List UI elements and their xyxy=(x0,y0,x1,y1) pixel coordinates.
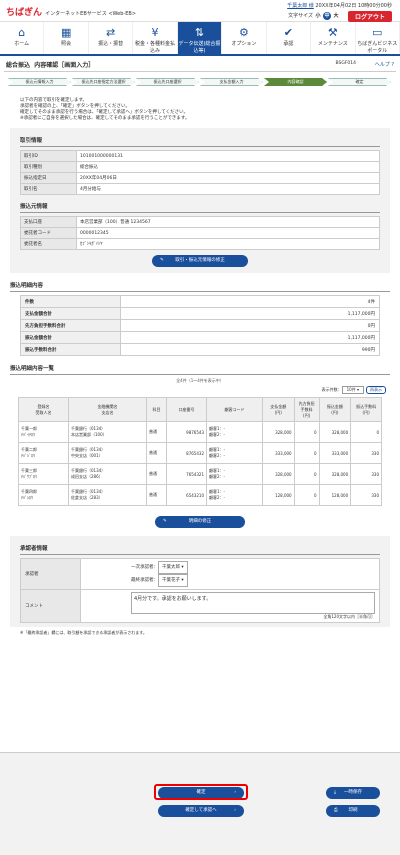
final-approver-select[interactable]: 千葉花子 ▾ xyxy=(158,574,188,587)
table-header: 登録名 受取人名 金融機関名 支店名 科目 口座番号 顧客コード 支払金額 (円) 先方負担… xyxy=(18,397,382,422)
help-link[interactable]: ヘルプ ? xyxy=(375,61,394,68)
font-size-control: 文字サイズ小中大 xyxy=(288,12,340,20)
page-heading: 内容確認［画面入力］ xyxy=(34,62,95,69)
step-6: 確定 xyxy=(328,78,391,86)
nav-tax[interactable]: ¥ 税金・各種料金払込み xyxy=(133,22,178,54)
list-heading: 振込明細内容一覧 xyxy=(10,362,390,375)
nav-data-transfer[interactable]: ⇅ データ伝送(総合振込等) xyxy=(177,22,223,54)
bank-logo: ちばぎん インターネットEBサービス <Web-EB> xyxy=(6,8,137,18)
step-1: 振込元情報入力 xyxy=(8,78,71,86)
approver-panel: 承認者情報 承認者 一次承認者： 千葉太郎 ▾ 最終承認者： 千葉花子 ▾ コメント 4月… xyxy=(10,536,390,627)
tool-icon: ⚒ xyxy=(327,26,338,39)
arrow-right-icon: › xyxy=(234,808,236,813)
font-small-button[interactable]: 小 xyxy=(314,12,322,20)
user-name[interactable]: 千葉太郎 様 xyxy=(287,3,314,9)
nav-option[interactable]: ⚙ オプション xyxy=(222,22,267,54)
transfer-icon: ⇄ xyxy=(105,26,116,39)
gear-icon: ⚙ xyxy=(238,26,249,39)
pencil-icon: ✎ xyxy=(163,519,167,524)
first-approver-select[interactable]: 千葉太郎 ▾ xyxy=(158,561,188,574)
login-time: 20XX年04月02日 10時00分00秒 xyxy=(315,3,392,9)
screen-id: BSGF014 xyxy=(335,61,356,66)
trade-panel: 取引情報 取引ID 101001000000131 取引種別 総合振込 振込指定日 2… xyxy=(10,128,390,273)
step-4: 支払金額入力 xyxy=(200,78,263,86)
list-controls: 表示件数： 10件 ▾ 再表示 xyxy=(0,386,386,394)
inquiry-icon: ▦ xyxy=(60,26,72,39)
summary-heading: 振込明細内容 xyxy=(10,279,390,292)
font-large-button[interactable]: 大 xyxy=(332,12,340,20)
print-button[interactable]: ⎙ 印刷 xyxy=(326,805,380,817)
comment-textarea[interactable]: 4月分です。承認をお願いします。 xyxy=(131,592,375,614)
pencil-icon: ✎ xyxy=(160,258,164,263)
yen-icon: ¥ xyxy=(151,26,159,39)
print-icon: ⎙ xyxy=(334,808,338,813)
nav-approval[interactable]: ✔ 承認 xyxy=(267,22,312,54)
table-row: 千葉四郎 ﾁﾊﾞｼﾛｳ 千葉銀行（0134） 佐倉支店（283） 普通 6543210… xyxy=(18,484,382,506)
nav-maintenance[interactable]: ⚒ メンテナンス xyxy=(311,22,356,54)
page-title: 総合振込 内容確認［画面入力］ BSGF014 ヘルプ ? xyxy=(4,56,396,72)
nav-home[interactable]: ⌂ ホーム xyxy=(0,22,45,54)
detail-table: 登録名 受取人名 金融機関名 支店名 科目 口座番号 顧客コード 支払金額 (円) 先方負担… xyxy=(18,397,382,506)
temp-save-button[interactable]: ⤓ 一時保存 xyxy=(326,787,380,799)
confirm-highlight xyxy=(154,784,248,800)
table-row: 千葉一郎 ﾁﾊﾞｲﾁﾛｳ 千葉銀行（0134） 本店営業部（100） 普通 98765… xyxy=(18,421,382,443)
list-count: 全4件（1～4件を表示中） xyxy=(176,378,224,383)
main-nav: ⌂ ホーム ▦ 照会 ⇄ 振込・振替 ¥ 税金・各種料金払込み ⇅ データ伝送(総合振込等… xyxy=(0,22,400,56)
nav-portal[interactable]: ▭ ちばぎんビジネスポータル xyxy=(356,22,400,54)
comment-limit: 全角120文字以内［半角可］ xyxy=(323,614,375,619)
table-row: 千葉三郎 ﾁﾊﾞｻﾌﾞﾛｳ 千葉銀行（0134） 成田支店（286） 普通 76543… xyxy=(18,463,382,485)
confirm-approve-button[interactable]: 確定して承認へ › xyxy=(158,805,244,817)
header: ちばぎん インターネットEBサービス <Web-EB> 千葉太郎 様 20XX年… xyxy=(0,0,400,22)
instruction-message: 以下の内容で取引を確定します。 承認者を確認の上、「確定」ボタンを押してください。… xyxy=(20,98,190,121)
source-heading: 振込元情報 xyxy=(20,200,380,213)
source-table: 支払口座 本店営業部（100）普通 1234567 委託者コード 000001234… xyxy=(20,216,380,250)
redisplay-button[interactable]: 再表示 xyxy=(366,386,386,394)
logout-button[interactable]: ログアウト xyxy=(347,11,392,22)
summary-table: 件数 4件 支払金額合計 1,117,000円 先方負担手数料合計 0円 振込金額合計… xyxy=(20,295,380,356)
nav-inquiry[interactable]: ▦ 照会 xyxy=(44,22,89,54)
approver-heading: 承認者情報 xyxy=(20,542,380,555)
edit-details-button[interactable]: ✎ 明細の修正 xyxy=(155,516,245,528)
edit-source-button[interactable]: ✎ 取引・振込元情報の修正 xyxy=(152,255,248,267)
home-icon: ⌂ xyxy=(18,26,26,39)
download-icon: ⤓ xyxy=(334,790,336,795)
step-2: 振込先口座指定方法選択 xyxy=(72,78,135,86)
page-category: 総合振込 xyxy=(6,62,31,69)
font-mid-button[interactable]: 中 xyxy=(323,12,331,20)
table-row: 千葉二郎 ﾁﾊﾞｼﾞﾛｳ 千葉銀行（0134） 中央支店（001） 普通 876543… xyxy=(18,442,382,464)
user-info: 千葉太郎 様 20XX年04月02日 10時00分00秒 xyxy=(287,2,392,9)
step-3: 振込先口座選択 xyxy=(136,78,199,86)
approver-table: 承認者 一次承認者： 千葉太郎 ▾ 最終承認者： 千葉花子 ▾ コメント 4月分です。承認… xyxy=(20,558,380,623)
monitor-icon: ▭ xyxy=(372,26,383,39)
approver-note: ※「最終承認者」欄には、取引額を承認できる承認者が表示されます。 xyxy=(20,630,147,635)
footer-actions: 確定 › 確定して承認へ › ⤓ 一時保存 ⎙ 印刷 xyxy=(0,752,400,855)
step-5-current: 内容確認 xyxy=(264,78,327,86)
trade-heading: 取引情報 xyxy=(20,134,380,147)
trade-table: 取引ID 101001000000131 取引種別 総合振込 振込指定日 20XX年0… xyxy=(20,150,380,195)
nav-transfer[interactable]: ⇄ 振込・振替 xyxy=(89,22,134,54)
step-indicator: 振込元情報入力 振込先口座指定方法選択 振込先口座選択 支払金額入力 内容確認 … xyxy=(8,78,392,86)
display-count-select[interactable]: 10件 ▾ xyxy=(341,386,364,394)
data-transfer-icon: ⇅ xyxy=(194,26,205,39)
check-icon: ✔ xyxy=(283,26,293,39)
